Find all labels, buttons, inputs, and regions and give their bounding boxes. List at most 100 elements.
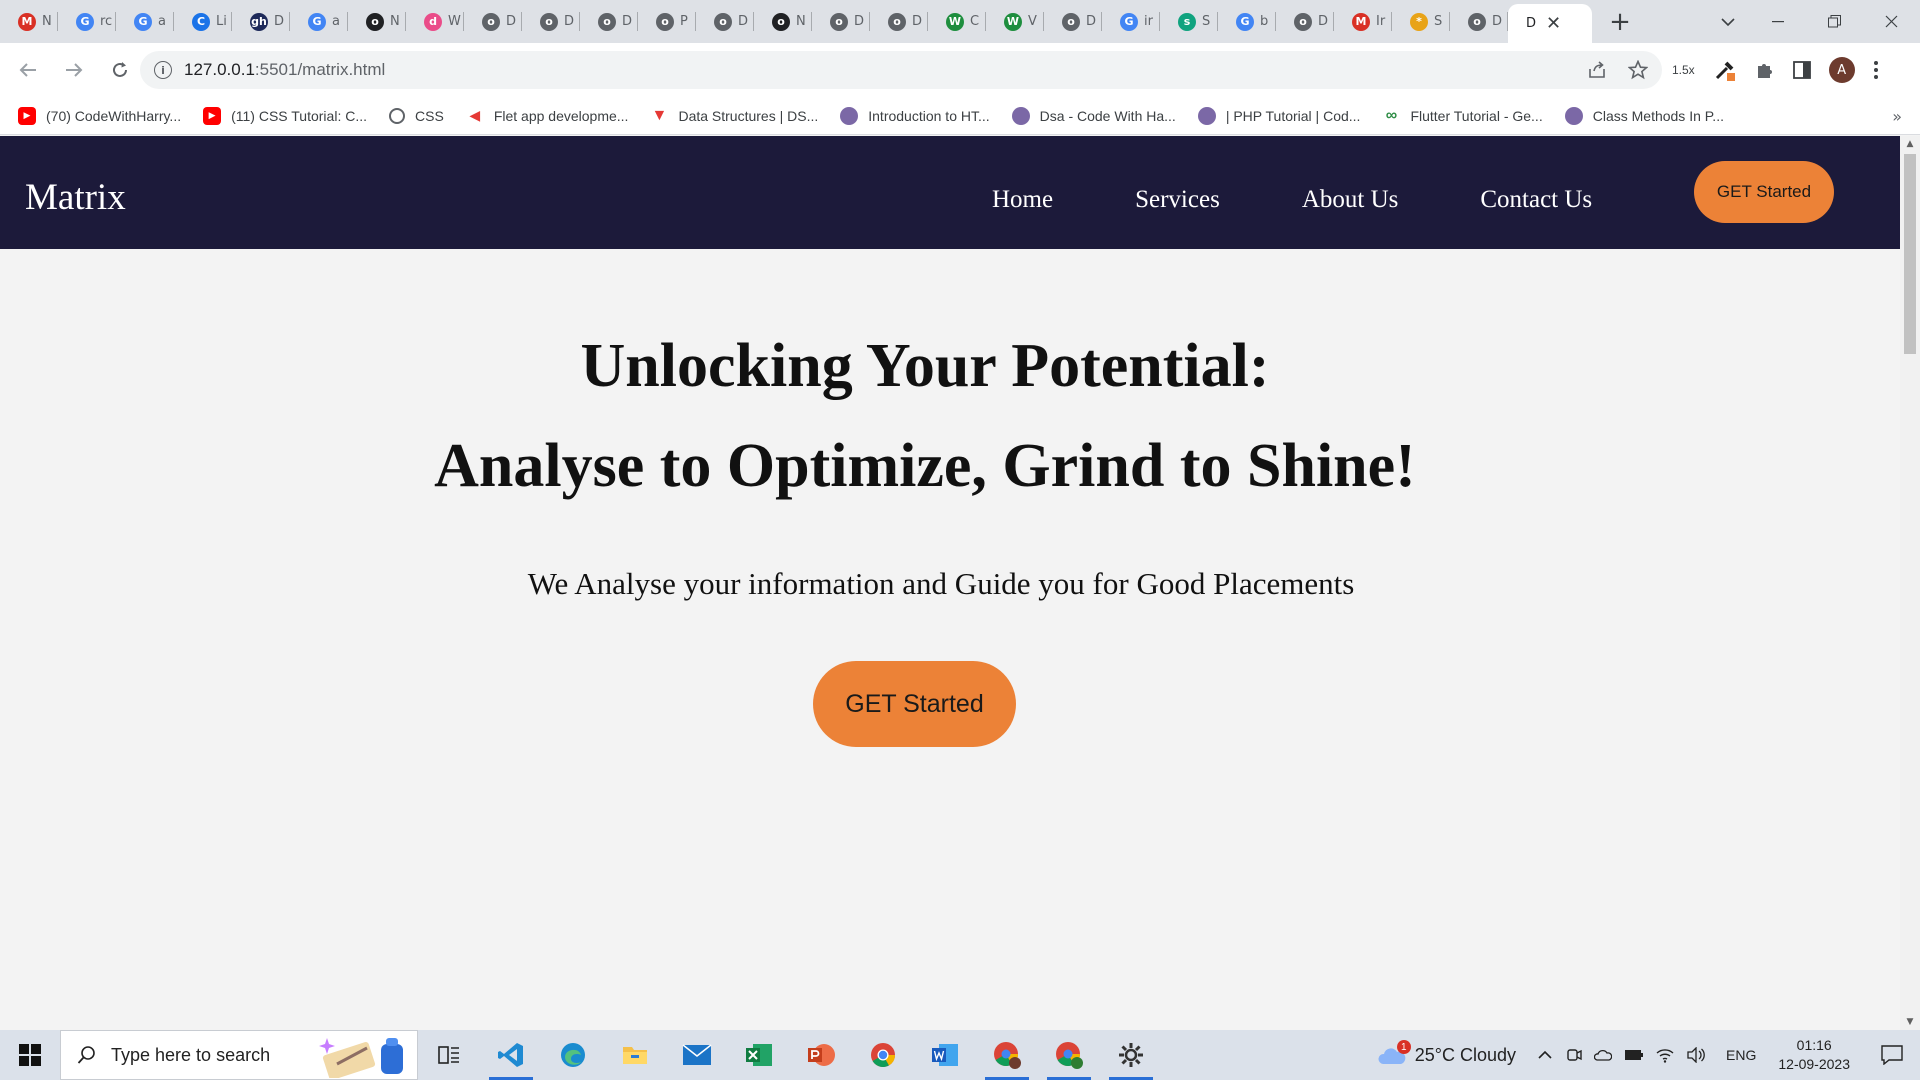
address-bar[interactable]: i 127.0.0.1:5501/matrix.html [140, 51, 1662, 89]
globe-icon [389, 107, 406, 124]
tab-search-button[interactable] [1704, 0, 1752, 43]
browser-tab[interactable]: sS [1160, 0, 1218, 43]
clock[interactable]: 01:16 12-09-2023 [1778, 1036, 1850, 1074]
taskbar-app-powerpoint[interactable] [790, 1030, 852, 1080]
site-brand-logo[interactable]: Matrix [25, 176, 126, 219]
minimize-button[interactable] [1749, 0, 1806, 43]
speaker-icon[interactable] [1686, 1047, 1706, 1063]
url-text[interactable]: 127.0.0.1:5501/matrix.html [184, 60, 385, 80]
taskbar-app-file-explorer[interactable] [604, 1030, 666, 1080]
share-icon[interactable] [1588, 61, 1606, 79]
battery-icon[interactable] [1624, 1049, 1644, 1061]
browser-tab[interactable]: oD [1276, 0, 1334, 43]
bookmark-item[interactable]: | PHP Tutorial | Cod... [1197, 106, 1361, 125]
taskbar-search-box[interactable]: Type here to search [60, 1030, 418, 1080]
bookmark-item[interactable]: ▶ (11) CSS Tutorial: C... [203, 106, 367, 125]
browser-tab[interactable]: Ga [290, 0, 348, 43]
close-tab-icon[interactable]: ✕ [1546, 13, 1561, 34]
kebab-menu-icon[interactable] [1873, 60, 1879, 80]
taskbar-app-chrome-profile-a[interactable] [976, 1030, 1038, 1080]
bookmarks-overflow-button[interactable]: » [1892, 97, 1902, 135]
browser-tab[interactable]: oD [1044, 0, 1102, 43]
start-button[interactable] [0, 1030, 60, 1080]
browser-tab[interactable]: oP [638, 0, 696, 43]
page-scrollbar[interactable]: ▲ ▼ [1900, 136, 1920, 1030]
browser-tab[interactable]: MN [0, 0, 58, 43]
nav-link-contact-us[interactable]: Contact Us [1480, 186, 1592, 214]
info-icon[interactable]: i [154, 61, 172, 79]
taskbar-app-vscode[interactable] [480, 1030, 542, 1080]
zoom-indicator[interactable]: 1.5x [1672, 63, 1695, 77]
nav-get-started-button[interactable]: GET Started [1694, 161, 1834, 223]
taskbar-app-chrome-profile-b[interactable] [1038, 1030, 1100, 1080]
nav-link-home[interactable]: Home [992, 186, 1053, 214]
forward-button[interactable] [54, 50, 94, 90]
browser-tab[interactable]: WC [928, 0, 986, 43]
input-language[interactable]: ENG [1726, 1047, 1756, 1063]
taskbar-app-settings[interactable] [1100, 1030, 1162, 1080]
new-tab-button[interactable]: + [1600, 0, 1640, 43]
reload-button[interactable] [100, 50, 140, 90]
bookmark-item[interactable]: CSS [389, 107, 444, 124]
back-button[interactable] [8, 50, 48, 90]
bookmark-item[interactable]: ▶ (70) CodeWithHarry... [18, 106, 181, 125]
side-panel-icon[interactable] [1792, 61, 1811, 79]
browser-tab[interactable]: C Li [174, 0, 232, 43]
chevron-up-icon[interactable] [1538, 1050, 1552, 1060]
restore-button[interactable] [1806, 0, 1863, 43]
browser-tab[interactable]: dW [406, 0, 464, 43]
taskbar-app-word[interactable] [914, 1030, 976, 1080]
browser-tab[interactable]: oD [580, 0, 638, 43]
nav-link-services[interactable]: Services [1135, 186, 1220, 214]
bookmark-item[interactable]: ◀ Flet app developme... [466, 107, 628, 125]
meet-now-icon[interactable] [1566, 1047, 1582, 1063]
browser-tab[interactable]: oD [870, 0, 928, 43]
browser-tab[interactable]: oD [812, 0, 870, 43]
notification-center-button[interactable] [1872, 1045, 1912, 1065]
browser-tab[interactable]: oN [348, 0, 406, 43]
star-icon[interactable] [1628, 60, 1648, 80]
browser-tab[interactable]: M Ir [1334, 0, 1392, 43]
browser-tab[interactable]: gh D [232, 0, 290, 43]
browser-tab[interactable]: oD [522, 0, 580, 43]
task-view-button[interactable] [418, 1030, 480, 1080]
browser-tab[interactable]: Gir [1102, 0, 1160, 43]
puzzle-extensions-icon[interactable] [1755, 60, 1775, 80]
eyedropper-extension-icon[interactable] [1713, 58, 1737, 82]
profile-avatar[interactable]: A [1828, 57, 1855, 83]
bookmark-item[interactable]: Dsa - Code With Ha... [1011, 106, 1176, 125]
bookmark-label: | PHP Tutorial | Cod... [1225, 107, 1361, 124]
browser-tab[interactable]: Gb [1218, 0, 1276, 43]
tab-title: b [1260, 14, 1269, 29]
close-window-button[interactable] [1863, 0, 1920, 43]
browser-tab[interactable]: Ga [116, 0, 174, 43]
weather-widget[interactable]: 1 25°C Cloudy [1377, 1040, 1516, 1066]
browser-tab[interactable]: oD [464, 0, 522, 43]
nav-link-about-us[interactable]: About Us [1302, 186, 1399, 214]
bookmark-item[interactable]: ▼ Data Structures | DS... [650, 107, 819, 125]
browser-tab[interactable]: WV [986, 0, 1044, 43]
browser-tab[interactable]: * S [1392, 0, 1450, 43]
browser-tab[interactable]: Grc [58, 0, 116, 43]
bookmark-item[interactable]: ∞ Flutter Tutorial - Ge... [1382, 107, 1543, 125]
bookmark-item[interactable]: Class Methods In P... [1564, 106, 1724, 125]
notification-icon [1881, 1045, 1903, 1065]
onedrive-cloud-icon[interactable] [1594, 1049, 1613, 1061]
scroll-up-arrow-icon[interactable]: ▲ [1900, 136, 1920, 152]
taskbar-app-mail[interactable] [666, 1030, 728, 1080]
browser-tab[interactable]: oD [696, 0, 754, 43]
taskbar-app-chrome[interactable] [852, 1030, 914, 1080]
taskbar-app-edge[interactable] [542, 1030, 604, 1080]
wifi-icon[interactable] [1656, 1047, 1674, 1063]
taskbar-app-excel[interactable] [728, 1030, 790, 1080]
hero-get-started-button[interactable]: GET Started [813, 661, 1016, 747]
browser-tab[interactable]: oD [1450, 0, 1508, 43]
browser-tab-active[interactable]: D ✕ [1508, 4, 1592, 43]
browser-tab[interactable]: oN [754, 0, 812, 43]
scroll-down-arrow-icon[interactable]: ▼ [1900, 1014, 1920, 1030]
task-view-icon [438, 1046, 459, 1064]
bookmark-label: Introduction to HT... [868, 107, 990, 124]
tab-title: ir [1144, 14, 1153, 29]
bookmark-item[interactable]: Introduction to HT... [840, 106, 990, 125]
scrollbar-thumb[interactable] [1904, 154, 1916, 354]
